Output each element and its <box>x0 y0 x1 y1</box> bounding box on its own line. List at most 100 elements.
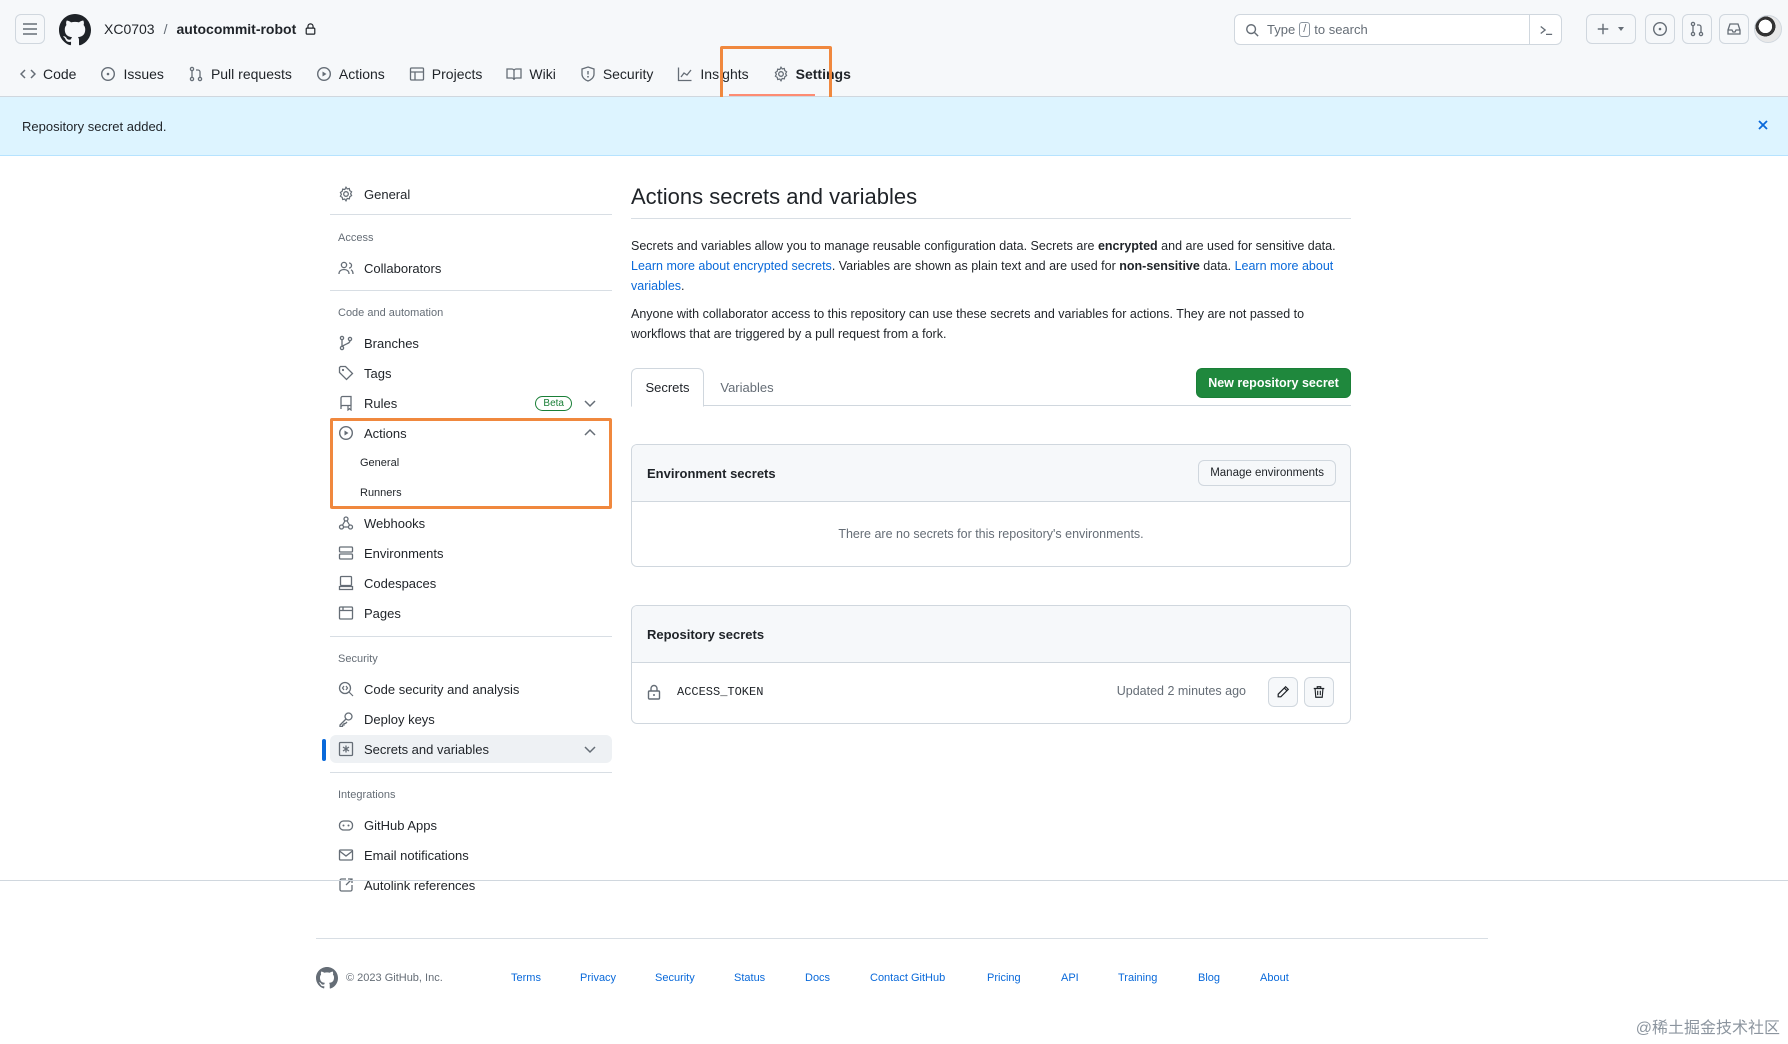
environment-secrets-box: Environment secrets Manage environments … <box>631 444 1351 567</box>
secret-name: ACCESS_TOKEN <box>677 685 764 699</box>
issue-opened-icon <box>1652 21 1668 37</box>
sidebar-item-collaborators[interactable]: Collaborators <box>322 254 612 282</box>
sidebar-item-pages[interactable]: Pages <box>322 599 612 627</box>
footer-link-training[interactable]: Training <box>1118 972 1157 984</box>
tab-wiki[interactable]: Wiki <box>506 60 556 88</box>
footer-link-pricing[interactable]: Pricing <box>987 972 1021 984</box>
top-header: XC0703 / autocommit-robot Type / to sear… <box>0 0 1788 97</box>
sidebar-item-label: Secrets and variables <box>364 741 490 757</box>
sidebar-item-label: Email notifications <box>364 847 469 863</box>
breadcrumb-separator: / <box>163 21 168 37</box>
tab-secrets[interactable]: Secrets <box>631 368 704 407</box>
code-icon <box>20 69 36 79</box>
repo-link[interactable]: autocommit-robot <box>176 21 296 37</box>
sidebar-item-label: Code security and analysis <box>364 681 520 697</box>
pull-requests-button[interactable] <box>1682 14 1712 44</box>
tag-icon <box>338 365 354 381</box>
tab-label: Wiki <box>529 66 556 82</box>
issue-opened-icon <box>101 66 116 82</box>
tab-variables[interactable]: Variables <box>704 368 790 407</box>
terminal-icon <box>1539 25 1552 35</box>
intro-emphasis: non-sensitive <box>1119 259 1200 273</box>
create-new-button[interactable] <box>1586 14 1636 44</box>
learn-more-secrets-link[interactable]: Learn more about encrypted secrets <box>631 259 832 273</box>
issues-button[interactable] <box>1645 14 1675 44</box>
intro-text: and are used for sensitive data. <box>1157 239 1336 253</box>
selected-item-indicator <box>322 739 326 761</box>
github-logo-icon[interactable] <box>316 967 338 989</box>
owner-link[interactable]: XC0703 <box>104 21 155 37</box>
beta-badge: Beta <box>535 395 572 411</box>
search-suffix: to search <box>1314 22 1368 37</box>
inbox-button[interactable] <box>1719 14 1749 44</box>
tab-security[interactable]: Security <box>580 60 654 88</box>
table-icon <box>409 67 424 81</box>
tab-issues[interactable]: Issues <box>100 60 164 88</box>
tab-projects[interactable]: Projects <box>409 60 482 88</box>
avatar[interactable] <box>1754 15 1782 43</box>
sidebar-item-email-notifications[interactable]: Email notifications <box>322 841 612 869</box>
intro-paragraph: Secrets and variables allow you to manag… <box>631 236 1351 296</box>
repository-secrets-box: Repository secrets ACCESS_TOKEN Updated … <box>631 605 1351 724</box>
intro-text: data. <box>1199 259 1235 273</box>
tab-code[interactable]: Code <box>20 60 76 88</box>
footer-link-security[interactable]: Security <box>655 972 695 984</box>
command-palette-button[interactable] <box>1529 15 1561 44</box>
flash-notice: Repository secret added. <box>0 97 1788 156</box>
sidebar-item-label: Collaborators <box>364 260 442 276</box>
sidebar-item-webhooks[interactable]: Webhooks <box>322 509 612 537</box>
watermark: @稀土掘金技术社区 <box>1635 1020 1780 1037</box>
edit-secret-button[interactable] <box>1268 677 1298 707</box>
sidebar-item-github-apps[interactable]: GitHub Apps <box>322 811 612 839</box>
sidebar-item-label: Pages <box>364 605 401 621</box>
title-divider <box>631 218 1351 219</box>
tab-pull-requests[interactable]: Pull requests <box>188 60 292 88</box>
intro-text: . Variables are shown as plain text and … <box>831 259 1120 273</box>
search-icon <box>1246 23 1259 37</box>
sidebar-item-tags[interactable]: Tags <box>322 359 612 387</box>
people-icon <box>338 261 354 275</box>
environment-secrets-heading: Environment secrets <box>647 465 776 481</box>
sidebar-item-autolink-references[interactable]: Autolink references <box>322 871 612 899</box>
sidebar-item-codespaces[interactable]: Codespaces <box>322 569 612 597</box>
search-input[interactable]: Type / to search <box>1234 14 1562 45</box>
search-shortcut-key: / <box>1299 22 1311 37</box>
gear-icon <box>339 186 353 202</box>
sidebar-item-rules[interactable]: Rules Beta <box>322 389 612 417</box>
footer-link-status[interactable]: Status <box>734 972 765 984</box>
tab-label: Actions <box>338 66 385 82</box>
tab-label: Security <box>602 66 654 82</box>
git-pull-request-icon <box>1690 21 1704 37</box>
page-title: Actions secrets and variables <box>631 184 918 209</box>
page-divider <box>0 880 1788 881</box>
book-icon <box>506 68 523 81</box>
footer-link-docs[interactable]: Docs <box>805 972 830 984</box>
footer-link-blog[interactable]: Blog <box>1198 972 1220 984</box>
key-asterisk-icon <box>338 741 354 757</box>
sidebar-item-environments[interactable]: Environments <box>322 539 612 567</box>
new-repository-secret-button[interactable]: New repository secret <box>1196 368 1351 398</box>
footer-link-api[interactable]: API <box>1061 972 1079 984</box>
manage-environments-button[interactable]: Manage environments <box>1198 460 1336 486</box>
footer-link-terms[interactable]: Terms <box>511 972 541 984</box>
sidebar-divider <box>330 636 612 637</box>
sidebar-item-secrets-and-variables[interactable]: Secrets and variables <box>330 735 612 763</box>
delete-secret-button[interactable] <box>1304 677 1334 707</box>
codescan-icon <box>338 681 354 697</box>
sidebar-item-general[interactable]: General <box>322 180 612 208</box>
trash-icon <box>1313 686 1325 698</box>
chevron-down-icon[interactable] <box>582 395 598 411</box>
menu-button[interactable] <box>15 14 45 44</box>
github-logo-icon[interactable] <box>59 14 91 46</box>
close-icon[interactable] <box>1754 116 1772 134</box>
footer-link-privacy[interactable]: Privacy <box>580 972 616 984</box>
sidebar-item-deploy-keys[interactable]: Deploy keys <box>322 705 612 733</box>
sidebar-item-label: GitHub Apps <box>364 817 437 833</box>
intro-text: . <box>681 279 685 293</box>
chevron-down-icon[interactable] <box>582 741 598 757</box>
footer-link-about[interactable]: About <box>1260 972 1289 984</box>
sidebar-item-code-security[interactable]: Code security and analysis <box>322 675 612 703</box>
footer-link-contact[interactable]: Contact GitHub <box>870 972 945 984</box>
sidebar-item-branches[interactable]: Branches <box>322 329 612 357</box>
tab-actions[interactable]: Actions <box>316 60 385 88</box>
